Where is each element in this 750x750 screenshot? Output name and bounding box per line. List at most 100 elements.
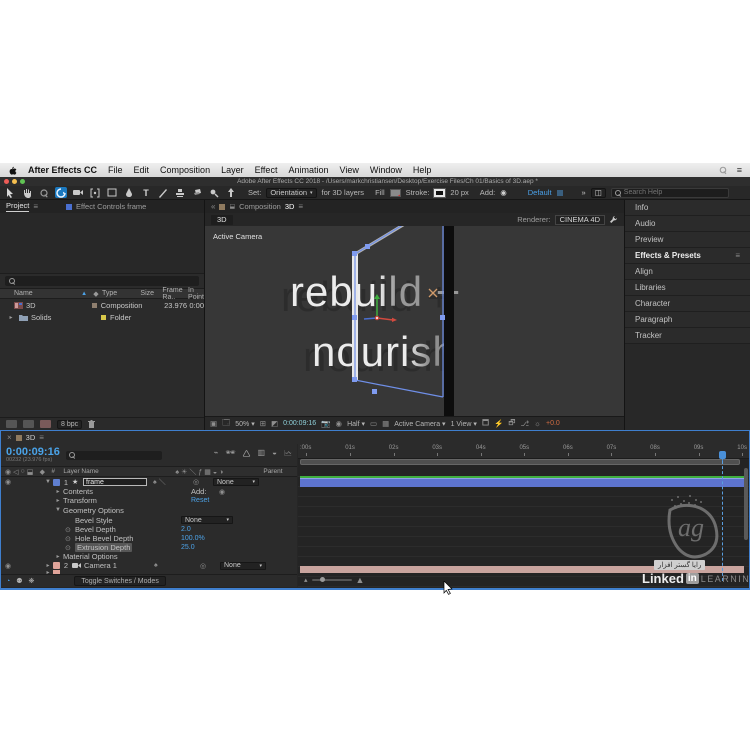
property-row-bevel-style[interactable]: Bevel Style None▾	[1, 515, 297, 525]
panel-tab-align[interactable]: Align	[625, 264, 750, 280]
menu-file[interactable]: File	[108, 165, 123, 175]
hand-tool-icon[interactable]	[21, 187, 33, 198]
parent-dropdown[interactable]: None▾	[213, 478, 259, 486]
panel-tab-audio[interactable]: Audio	[625, 216, 750, 232]
interpret-footage-icon[interactable]	[6, 420, 17, 428]
label-color[interactable]	[101, 315, 106, 320]
timeline-zoom-control[interactable]: ▴ ▲	[304, 575, 364, 585]
twirl-icon[interactable]: ▸	[6, 314, 16, 321]
sort-arrow-icon[interactable]: ▲	[78, 291, 90, 297]
panel-tab-paragraph[interactable]: Paragraph	[625, 312, 750, 328]
add-menu-icon[interactable]: ◉	[500, 188, 507, 197]
time-ruler[interactable]: :00s 01s 02s 03s 04s 05s 06s 07s 08s 09s…	[298, 444, 749, 459]
bevel-style-dropdown[interactable]: None▾	[181, 516, 233, 524]
panel-menu-icon[interactable]: ≡	[33, 202, 38, 211]
hide-shy-layers-icon[interactable]: 🛆	[243, 448, 251, 462]
pixel-aspect-icon[interactable]: 🗖	[482, 417, 489, 430]
layer-bounding-box[interactable]	[355, 226, 443, 397]
twirl-icon[interactable]: ▸	[53, 497, 63, 504]
stroke-swatch[interactable]	[434, 189, 445, 197]
vertical-scrollbar[interactable]	[744, 468, 748, 540]
composition-mini-flowchart-icon[interactable]: ⌁	[214, 448, 219, 462]
panel-tab-tracker[interactable]: Tracker	[625, 328, 750, 344]
zoom-slider[interactable]	[312, 579, 352, 581]
collapse-chevrons-icon[interactable]: «	[211, 202, 215, 211]
playhead-marker[interactable]	[719, 451, 726, 459]
mask-visibility-icon[interactable]: ◩	[271, 419, 278, 428]
renderer-button[interactable]: CINEMA 4D	[555, 215, 605, 225]
help-search-input[interactable]	[624, 189, 725, 196]
hole-bevel-depth-value[interactable]: 100.0%	[181, 535, 205, 542]
panel-tab-character[interactable]: Character	[625, 296, 750, 312]
stroke-width-value[interactable]: 20 px	[450, 188, 468, 197]
frame-layer-duration-bar[interactable]	[300, 476, 744, 487]
stopwatch-icon[interactable]: ⊙	[65, 544, 75, 552]
bevel-depth-value[interactable]: 2.0	[181, 526, 191, 533]
project-columns-header[interactable]: Name ▲ ◆ Type Size Frame Ra.. In Point	[0, 288, 204, 299]
property-row-bevel-depth[interactable]: ⊙ Bevel Depth 2.0	[1, 525, 297, 534]
snapshot-icon[interactable]: 📷	[321, 419, 330, 428]
axis-gizmo[interactable]	[364, 294, 397, 322]
fast-previews-icon[interactable]: ⚡	[494, 419, 503, 428]
toggle-switches-modes-button[interactable]: Toggle Switches / Modes	[74, 576, 165, 586]
spotlight-search-icon[interactable]	[719, 167, 726, 174]
property-row-material-options[interactable]: ▸ Material Options	[1, 552, 297, 561]
minimize-window-button[interactable]	[12, 179, 17, 184]
rotation-tool-icon[interactable]	[55, 187, 67, 198]
panel-tab-preview[interactable]: Preview	[625, 232, 750, 248]
orientation-dropdown[interactable]: Orientation ▾	[266, 188, 316, 198]
panel-menu-icon[interactable]: ≡	[298, 202, 303, 211]
tab-project[interactable]: Project	[6, 201, 29, 212]
layer-label-color[interactable]	[53, 562, 60, 569]
help-search-field[interactable]	[611, 188, 729, 198]
menu-help[interactable]: Help	[413, 165, 432, 175]
comp-breadcrumb[interactable]: 3D	[211, 215, 233, 225]
tab-effect-controls[interactable]: Effect Controls frame	[76, 202, 146, 211]
property-row-contents[interactable]: ▸ Contents Add: ◉	[1, 487, 297, 496]
layer-switches[interactable]: ♠＼	[153, 477, 193, 487]
project-row-3d[interactable]: 3D Composition 23.976 0:00	[0, 299, 204, 311]
trkmat-icon[interactable]: ◎	[200, 562, 220, 570]
layer-name-edit-field[interactable]: frame	[83, 478, 147, 486]
selection-tool-icon[interactable]	[4, 187, 16, 198]
menu-view[interactable]: View	[339, 165, 358, 175]
preview-timecode[interactable]: 0:00:09:16	[283, 420, 316, 427]
grid-guides-icon[interactable]: ⊞	[260, 419, 266, 428]
reset-link[interactable]: Reset	[191, 497, 209, 504]
new-folder-icon[interactable]	[23, 420, 34, 428]
lock-icon[interactable]: ⬓	[229, 203, 235, 210]
label-color[interactable]	[92, 303, 97, 308]
composition-viewport[interactable]: Active Camera rebuild + rebuild + nouris…	[205, 226, 624, 416]
twirl-icon[interactable]: ▸	[53, 553, 63, 560]
expand-render-time-icon[interactable]: ⚉	[16, 577, 22, 585]
puppet-pin-tool-icon[interactable]	[225, 187, 237, 198]
fill-swatch[interactable]	[390, 189, 401, 197]
timeline-tab-name[interactable]: 3D	[26, 433, 36, 442]
twirl-icon[interactable]: ▸	[43, 562, 53, 569]
twirl-down-icon[interactable]: ▼	[43, 479, 53, 485]
layer-label-color[interactable]	[53, 479, 60, 486]
workspace-default[interactable]: Default	[528, 188, 552, 197]
tab-composition-label[interactable]: Composition	[239, 202, 281, 211]
graph-editor-icon[interactable]: 🗠	[284, 448, 292, 462]
extrusion-depth-value[interactable]: 25.0	[181, 544, 195, 551]
property-row-transform[interactable]: ▸ Transform Reset	[1, 496, 297, 505]
project-row-solids[interactable]: ▸Solids Folder	[0, 311, 204, 323]
zoom-in-mountain-icon[interactable]: ▲	[356, 575, 365, 585]
panel-menu-icon[interactable]: ≡	[39, 433, 44, 442]
flowchart-icon[interactable]: ⎇	[520, 419, 529, 428]
current-timecode[interactable]: 0:00:09:16	[6, 447, 60, 457]
clone-stamp-tool-icon[interactable]	[174, 187, 186, 198]
menu-effect[interactable]: Effect	[255, 165, 278, 175]
eye-icon[interactable]: ◉	[5, 562, 17, 570]
timeline-button-icon[interactable]: 🗗	[508, 417, 515, 430]
eye-icon[interactable]: ◉	[5, 478, 17, 486]
view-layout-dropdown[interactable]: 1 View ▾	[451, 420, 477, 428]
rectangle-tool-icon[interactable]	[106, 187, 118, 198]
notification-center-icon[interactable]: ≡	[737, 165, 742, 175]
draft-3d-icon[interactable]: 🕶	[225, 448, 235, 462]
wrench-icon[interactable]	[609, 215, 618, 224]
add-shape-icon[interactable]: ◉	[219, 488, 225, 496]
menu-edit[interactable]: Edit	[134, 165, 150, 175]
work-area-bar[interactable]	[300, 459, 740, 465]
